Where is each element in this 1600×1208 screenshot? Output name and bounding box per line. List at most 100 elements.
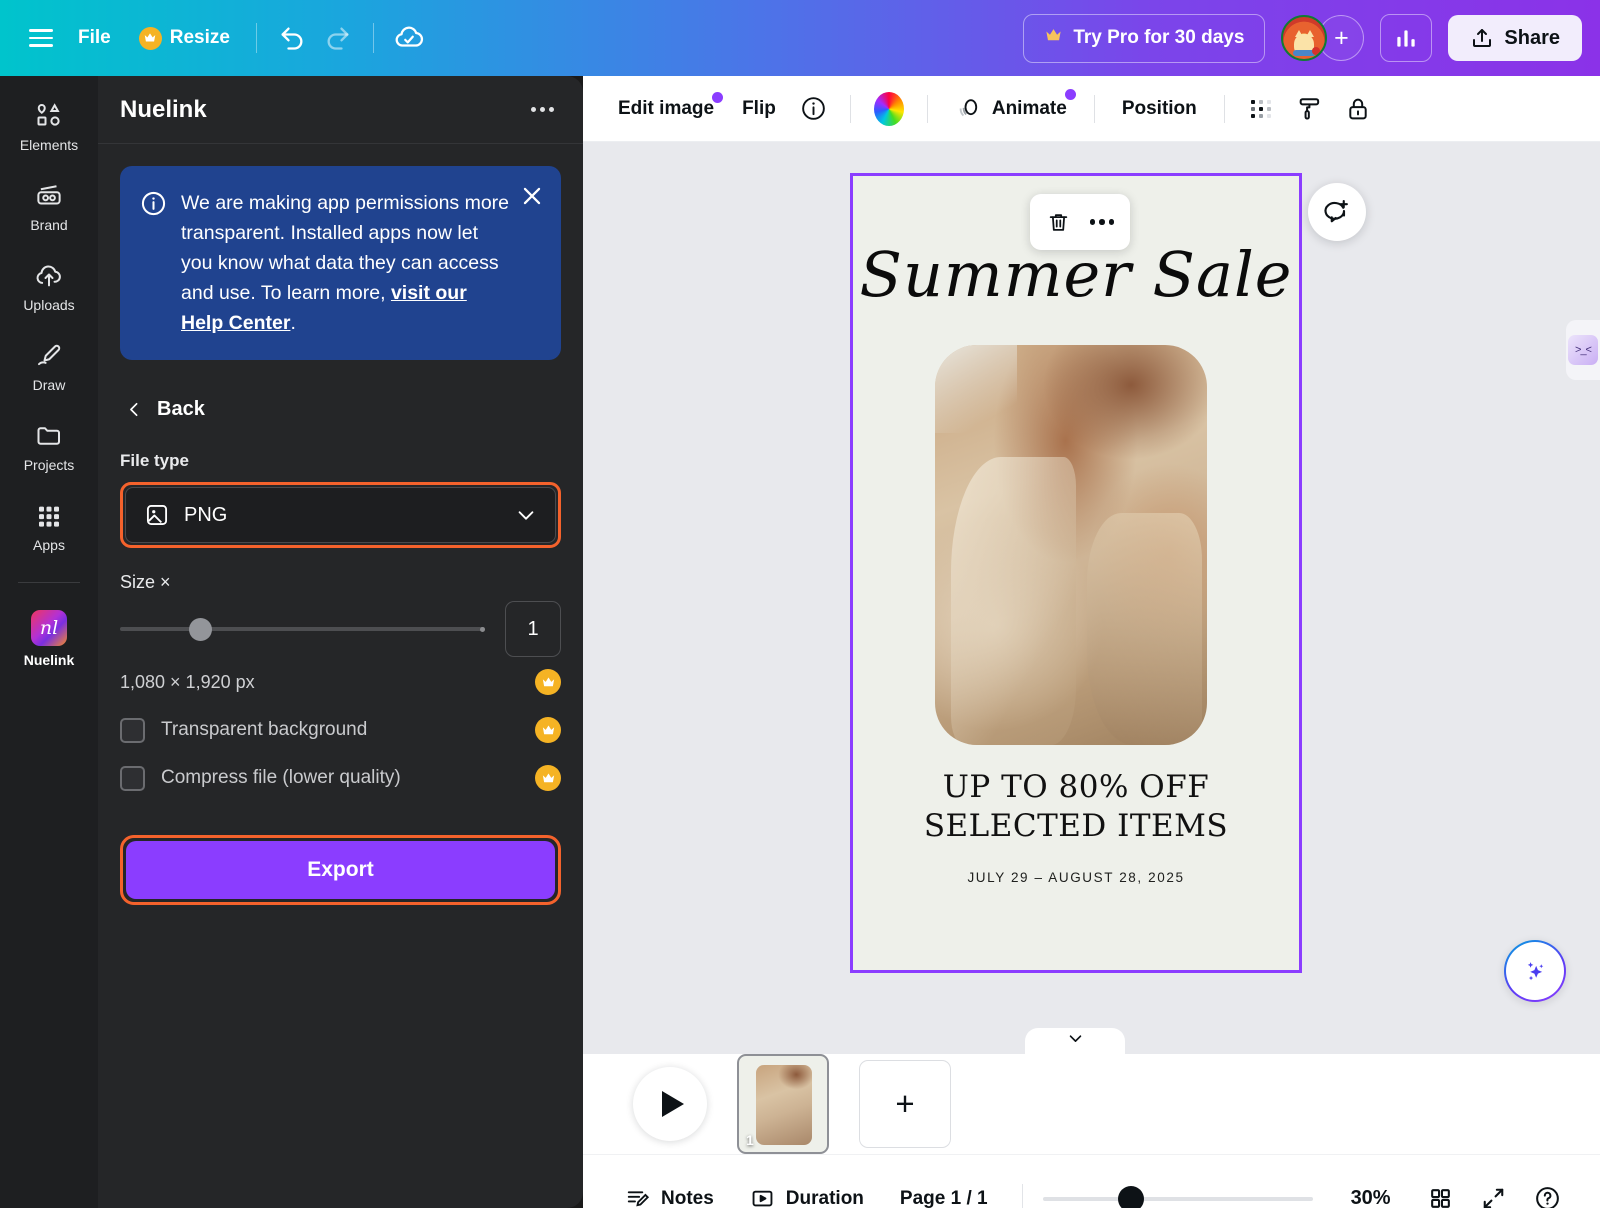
cloud-save-button[interactable] — [386, 15, 432, 61]
side-panel-peek[interactable]: >_< — [1566, 320, 1600, 380]
paint-roller-button[interactable] — [1287, 86, 1333, 132]
design-page[interactable]: Summer Sale UP TO 80% OFF SELECTED ITEMS… — [850, 173, 1302, 973]
sidebar-item-label: Draw — [32, 377, 66, 393]
edit-image-label: Edit image — [618, 97, 715, 119]
paint-roller-icon — [1299, 97, 1319, 120]
poster-headline-line1: UP TO 80% OFF — [942, 769, 1210, 805]
animate-button[interactable]: Animate — [942, 86, 1080, 132]
magic-studio-button[interactable] — [1504, 940, 1566, 1002]
canvas-area[interactable]: Summer Sale UP TO 80% OFF SELECTED ITEMS… — [583, 142, 1600, 1054]
export-highlight: Export — [120, 835, 561, 905]
notice-text: We are making app permissions more trans… — [181, 188, 541, 338]
transparent-background-row[interactable]: Transparent background — [120, 717, 561, 743]
sidebar-item-label: Apps — [33, 537, 65, 553]
play-icon — [662, 1091, 684, 1117]
slider-thumb[interactable] — [189, 618, 213, 641]
close-notice-button[interactable] — [519, 183, 545, 209]
new-feature-dot — [1064, 88, 1076, 100]
notice-text-after: . — [290, 312, 296, 334]
chevron-down-icon — [1069, 1035, 1081, 1042]
export-button[interactable]: Export — [126, 841, 555, 899]
apps-grid-icon — [39, 506, 59, 527]
file-type-select[interactable]: PNG — [125, 487, 556, 543]
edit-image-button[interactable]: Edit image — [605, 89, 727, 129]
add-comment-icon — [1324, 199, 1348, 223]
transparent-background-label: Transparent background — [161, 719, 368, 740]
avatar[interactable] — [1281, 15, 1328, 61]
poster-image[interactable] — [935, 345, 1207, 745]
duration-icon — [752, 1190, 773, 1207]
lock-icon — [1349, 98, 1367, 119]
help-button[interactable] — [1523, 1174, 1572, 1208]
nuelink-icon: nl — [31, 610, 67, 646]
close-icon — [523, 187, 541, 205]
image-info-button[interactable] — [791, 86, 836, 131]
back-button[interactable]: Back — [120, 394, 211, 425]
pages-strip: 1 + — [583, 1054, 1600, 1154]
zoom-slider[interactable] — [1042, 1185, 1313, 1208]
notes-button[interactable]: Notes — [611, 1176, 728, 1208]
crown-icon — [535, 717, 561, 743]
slider-end-dot — [480, 626, 485, 632]
main-menu-button[interactable] — [18, 15, 64, 61]
compress-file-row[interactable]: Compress file (lower quality) — [120, 765, 561, 791]
add-page-button[interactable]: + — [859, 1060, 951, 1148]
transparency-button[interactable] — [1239, 86, 1285, 132]
chevron-left-icon — [130, 402, 138, 417]
resize-label: Resize — [169, 27, 230, 48]
sidebar-item-nuelink[interactable]: nl Nuelink — [6, 599, 92, 677]
flip-button[interactable]: Flip — [729, 89, 789, 129]
file-menu-button[interactable]: File — [64, 18, 125, 58]
panel-more-button[interactable] — [523, 91, 561, 129]
page-thumbnail[interactable]: 1 — [737, 1054, 829, 1154]
sidebar-item-elements[interactable]: Elements — [6, 90, 92, 162]
play-button[interactable] — [633, 1067, 707, 1141]
animate-icon — [959, 98, 978, 116]
lock-button[interactable] — [1335, 86, 1381, 132]
sidebar-item-draw[interactable]: Draw — [6, 330, 92, 402]
undo-button[interactable] — [269, 15, 315, 61]
transparency-checker-icon — [1250, 99, 1271, 118]
insights-button[interactable] — [1380, 14, 1433, 62]
sidebar-item-label: Elements — [19, 137, 79, 153]
size-slider[interactable] — [120, 615, 485, 643]
try-pro-button[interactable]: Try Pro for 30 days — [1023, 13, 1266, 63]
fullscreen-button[interactable] — [1470, 1175, 1517, 1208]
sidebar-item-uploads[interactable]: Uploads — [6, 250, 92, 322]
notes-label: Notes — [661, 1187, 714, 1208]
file-type-label: File type — [120, 451, 189, 470]
slider-track — [120, 627, 485, 631]
divider — [849, 94, 851, 123]
hamburger-icon — [29, 29, 53, 47]
delete-element-button[interactable] — [1040, 204, 1077, 241]
add-comment-button[interactable] — [1308, 183, 1366, 241]
position-button[interactable]: Position — [1109, 89, 1210, 129]
page-title: Nuelink — [120, 95, 207, 123]
sidebar-item-label: Projects — [23, 457, 75, 473]
zoom-thumb[interactable] — [1118, 1185, 1145, 1208]
size-input[interactable]: 1 — [505, 601, 561, 657]
color-picker-button[interactable] — [865, 83, 913, 135]
try-pro-label: Try Pro for 30 days — [1073, 27, 1245, 48]
sidebar-item-brand[interactable]: Brand — [6, 170, 92, 242]
poster-dates[interactable]: JULY 29 – AUGUST 28, 2025 — [853, 870, 1299, 885]
grid-view-button[interactable] — [1417, 1175, 1464, 1208]
redo-button[interactable] — [315, 15, 361, 61]
new-feature-dot — [712, 91, 724, 103]
element-more-button[interactable] — [1084, 213, 1121, 231]
transparent-background-checkbox[interactable] — [120, 717, 145, 743]
expand-pages-tab[interactable] — [1025, 1028, 1125, 1054]
sidebar-item-apps[interactable]: Apps — [6, 490, 92, 562]
app-panel: Nuelink We are making app permissions mo… — [98, 76, 583, 1208]
duration-label: Duration — [785, 1187, 864, 1208]
divider — [926, 94, 928, 123]
sidebar-item-projects[interactable]: Projects — [6, 410, 92, 482]
duration-button[interactable]: Duration — [736, 1176, 878, 1208]
zoom-track — [1042, 1196, 1313, 1201]
color-wheel-icon — [873, 91, 904, 126]
compress-file-checkbox[interactable] — [120, 765, 145, 791]
share-button[interactable]: Share — [1448, 15, 1582, 61]
image-file-icon — [146, 504, 168, 526]
poster-headline[interactable]: UP TO 80% OFF SELECTED ITEMS — [853, 768, 1299, 846]
resize-button[interactable]: Resize — [125, 18, 244, 59]
